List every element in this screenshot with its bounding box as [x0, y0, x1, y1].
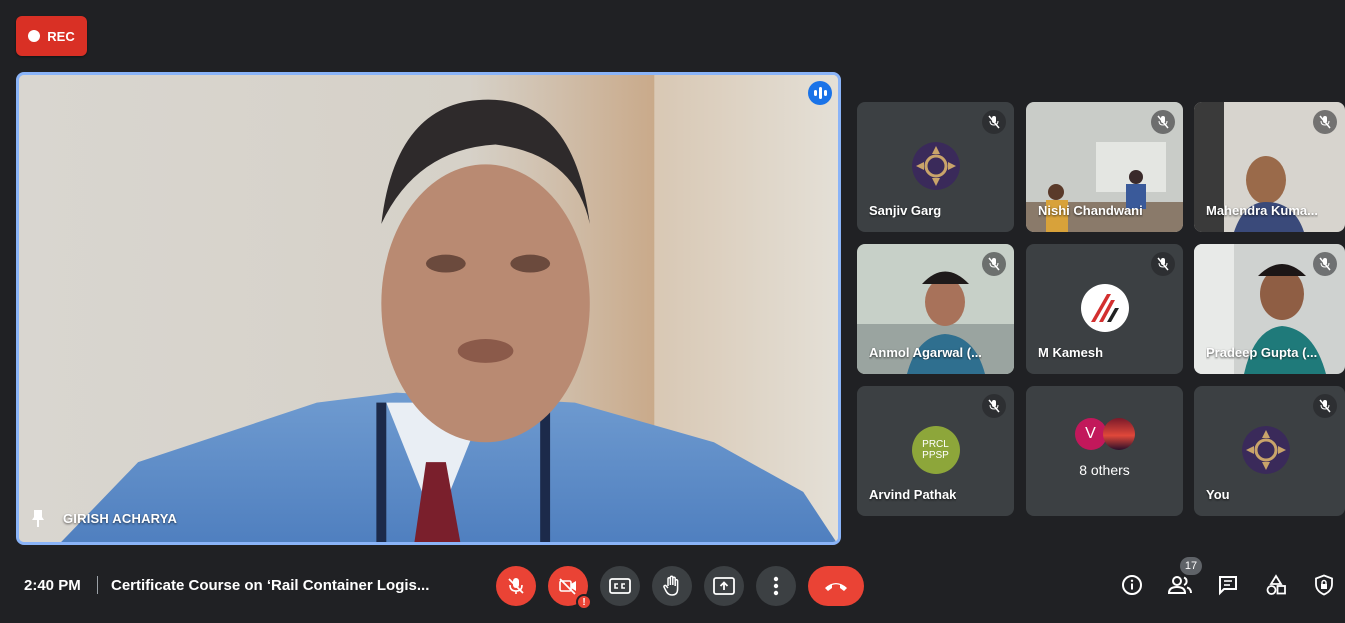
meeting-details-button[interactable]	[1119, 572, 1145, 598]
avatar-text-line: PPSP	[922, 450, 949, 461]
participant-tile[interactable]: Anmol Agarwal (...	[857, 244, 1014, 374]
main-video-tile[interactable]: GIRISH ACHARYA	[16, 72, 841, 545]
record-dot-icon	[28, 30, 41, 42]
avatar	[911, 142, 960, 190]
meeting-time: 2:40 PM	[24, 577, 81, 594]
participant-tile[interactable]: M Kamesh	[1026, 244, 1183, 374]
participant-name: Mahendra Kuma...	[1206, 203, 1318, 218]
avatar-text-line: PRCL	[922, 439, 949, 450]
more-vertical-icon	[773, 576, 779, 596]
logo-icon	[1090, 294, 1119, 322]
mic-off-icon	[982, 110, 1006, 134]
bottom-toolbar: 2:40 PM Certificate Course on ‘Rail Cont…	[0, 548, 1345, 623]
people-count-badge: 17	[1180, 557, 1202, 575]
shapes-icon	[1266, 574, 1286, 595]
org-logo-icon	[1241, 426, 1290, 474]
mic-off-icon	[508, 578, 524, 594]
participant-name: Anmol Agarwal (...	[869, 345, 982, 360]
org-logo-icon	[911, 142, 960, 190]
participant-tile[interactable]: Mahendra Kuma...	[1194, 102, 1345, 232]
mic-off-icon	[982, 252, 1006, 276]
avatar	[1080, 284, 1129, 332]
recording-badge[interactable]: REC	[16, 16, 87, 56]
people-button[interactable]	[1167, 572, 1193, 598]
pin-icon[interactable]	[29, 508, 47, 528]
host-controls-button[interactable]	[1311, 572, 1337, 598]
microphone-toggle-button[interactable]	[496, 566, 536, 606]
self-tile[interactable]: You	[1194, 386, 1345, 516]
people-icon	[1167, 576, 1192, 594]
activities-button[interactable]	[1263, 572, 1289, 598]
hand-icon	[663, 575, 679, 596]
others-count-label: 8 others	[1079, 462, 1130, 478]
camera-toggle-button[interactable]: !	[548, 566, 592, 610]
main-participant-name: GIRISH ACHARYA	[63, 511, 178, 526]
divider	[97, 576, 98, 594]
avatar	[1102, 418, 1135, 450]
present-icon	[713, 577, 735, 595]
present-screen-button[interactable]	[704, 566, 744, 606]
chat-icon	[1219, 576, 1237, 596]
participant-name: Sanjiv Garg	[869, 203, 942, 218]
more-options-button[interactable]	[756, 566, 796, 606]
recording-label: REC	[47, 28, 75, 44]
mic-off-icon	[1151, 110, 1175, 134]
mic-off-icon	[1313, 394, 1337, 418]
raise-hand-button[interactable]	[652, 566, 692, 606]
mic-off-icon	[1313, 252, 1337, 276]
warning-icon: !	[576, 594, 592, 610]
participant-name: Pradeep Gupta (...	[1206, 345, 1318, 360]
speaker-video	[19, 75, 838, 542]
participant-name: M Kamesh	[1038, 345, 1104, 360]
participant-tile[interactable]: Pradeep Gupta (...	[1194, 244, 1345, 374]
others-tile[interactable]: V 8 others	[1026, 386, 1183, 516]
info-icon	[1122, 575, 1142, 595]
participant-name: You	[1206, 487, 1230, 502]
participant-tile[interactable]: Nishi Chandwani	[1026, 102, 1183, 232]
captions-button[interactable]	[600, 566, 640, 606]
mic-off-icon	[1151, 252, 1175, 276]
camera-off-icon	[559, 578, 576, 595]
speaking-indicator-icon	[808, 81, 832, 105]
participant-tile[interactable]: Sanjiv Garg	[857, 102, 1014, 232]
participant-name: Arvind Pathak	[869, 487, 957, 502]
closed-captions-icon	[609, 578, 631, 594]
mic-off-icon	[982, 394, 1006, 418]
meeting-title: Certificate Course on ‘Rail Container Lo…	[111, 577, 430, 594]
hang-up-icon	[825, 583, 847, 591]
chat-button[interactable]	[1215, 572, 1241, 598]
participant-tile[interactable]: PRCL PPSP Arvind Pathak	[857, 386, 1014, 516]
mic-off-icon	[1313, 110, 1337, 134]
avatar: V	[1074, 418, 1107, 450]
avatar	[1241, 426, 1290, 474]
leave-call-button[interactable]	[808, 566, 864, 606]
avatar: PRCL PPSP	[911, 426, 960, 474]
shield-lock-icon	[1315, 574, 1333, 596]
participant-name: Nishi Chandwani	[1038, 203, 1143, 218]
